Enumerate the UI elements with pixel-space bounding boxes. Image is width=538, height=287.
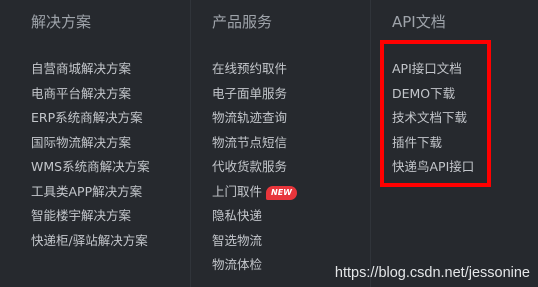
watermark-text: https://blog.csdn.net/jessonine — [334, 265, 530, 281]
link-electronic-waybill[interactable]: 电子面单服务 — [212, 82, 297, 107]
link-tracking-query[interactable]: 物流轨迹查询 — [212, 106, 297, 131]
link-ecommerce-platform-solution[interactable]: 电商平台解决方案 — [31, 82, 150, 107]
link-online-pickup-booking[interactable]: 在线预约取件 — [212, 57, 297, 82]
link-logistics-sms[interactable]: 物流节点短信 — [212, 131, 297, 156]
link-international-logistics-solution[interactable]: 国际物流解决方案 — [31, 131, 150, 156]
link-locker-station-solution[interactable]: 快递柜/驿站解决方案 — [31, 229, 150, 254]
link-smart-logistics[interactable]: 智选物流 — [212, 229, 297, 254]
link-self-mall-solution[interactable]: 自营商城解决方案 — [31, 57, 150, 82]
footer-column-products: 产品服务 在线预约取件 电子面单服务 物流轨迹查询 物流节点短信 代收货款服务 … — [190, 0, 371, 287]
link-erp-vendor-solution[interactable]: ERP系统商解决方案 — [31, 106, 150, 131]
link-wms-vendor-solution[interactable]: WMS系统商解决方案 — [31, 155, 150, 180]
products-link-list: 在线预约取件 电子面单服务 物流轨迹查询 物流节点短信 代收货款服务 上门取件 N… — [212, 57, 297, 278]
link-smart-building-solution[interactable]: 智能楼宇解决方案 — [31, 204, 150, 229]
link-privacy-express[interactable]: 隐私快递 — [212, 204, 297, 229]
column-title-products: 产品服务 — [212, 13, 273, 31]
footer-column-solutions: 解决方案 自营商城解决方案 电商平台解决方案 ERP系统商解决方案 国际物流解决… — [0, 0, 190, 287]
column-title-solutions: 解决方案 — [31, 13, 92, 31]
solutions-link-list: 自营商城解决方案 电商平台解决方案 ERP系统商解决方案 国际物流解决方案 WM… — [31, 57, 150, 253]
link-door-pickup-label: 上门取件 — [212, 183, 263, 199]
link-cod-service[interactable]: 代收货款服务 — [212, 155, 297, 180]
link-door-pickup[interactable]: 上门取件 NEW — [212, 180, 297, 205]
link-logistics-checkup[interactable]: 物流体检 — [212, 253, 297, 278]
link-tool-app-solution[interactable]: 工具类APP解决方案 — [31, 180, 150, 205]
new-badge: NEW — [266, 185, 297, 200]
highlight-annotation-box — [380, 40, 491, 187]
column-title-api-docs: API文档 — [392, 13, 446, 31]
